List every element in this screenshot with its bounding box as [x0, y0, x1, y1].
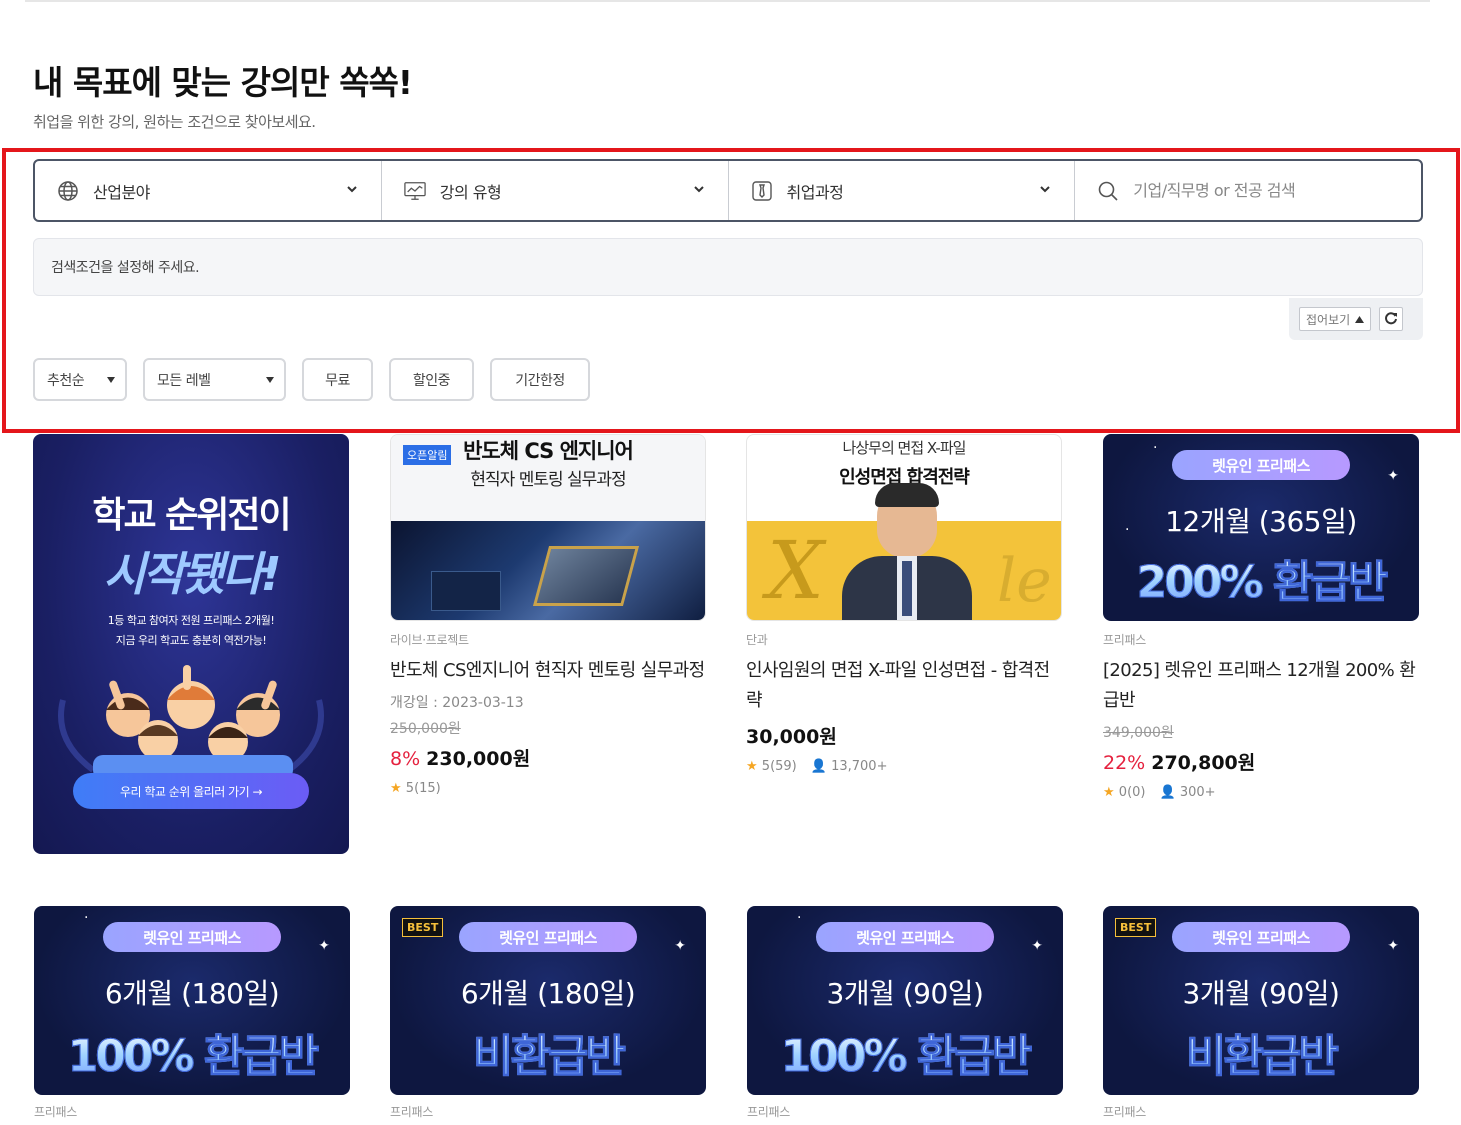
course-card[interactable]: ✦ · 렛유인 프리패스 6개월 (180일) 100% 환급반 프리패스	[34, 906, 350, 1120]
price-row: 22% 270,800원	[1103, 748, 1419, 775]
promo-tag: 렛유인 프리패스	[459, 922, 637, 952]
thumb-line1: 나상무의 면접 X-파일	[842, 439, 967, 457]
promo-headline: 100% 환급반	[747, 1020, 1063, 1084]
course-card[interactable]: 오픈알림 반도체 CS 엔지니어 현직자 멘토링 실무과정 라이브·프로젝트 반…	[390, 434, 706, 796]
banner-line2: 시작됐다!	[103, 547, 281, 601]
highlight-frame	[2, 148, 1460, 433]
promo-tag: 렛유인 프리패스	[1172, 450, 1350, 480]
sparkle-icon: ·	[797, 910, 802, 926]
original-price: 250,000원	[390, 721, 461, 737]
course-title[interactable]: 인사임원의 면접 X-파일 인성면접 - 합격전략	[746, 656, 1062, 716]
course-card[interactable]: 나상무의 면접 X-파일 인성면접 합격전략 X le 단과 인사임원의 면접 …	[746, 434, 1062, 774]
course-category: 프리패스	[34, 1105, 77, 1119]
sparkle-icon: ✦	[1031, 938, 1043, 954]
course-card[interactable]: ✦ · 렛유인 프리패스 3개월 (90일) 100% 환급반 프리패스	[747, 906, 1063, 1120]
course-category: 단과	[746, 633, 768, 647]
rating: ★ 0(0)	[1103, 785, 1145, 800]
promo-headline: 200% 환급반	[1103, 546, 1419, 610]
thumb-line2: 현직자 멘토링 실무과정	[470, 470, 626, 490]
page-subtitle: 취업을 위한 강의, 원하는 조건으로 찾아보세요.	[33, 113, 316, 131]
banner-cta-button[interactable]: 우리 학교 순위 올리러 가기 →	[73, 773, 309, 809]
ranking-banner[interactable]: 학교 순위전이 시작됐다! 1등 학교 참여자 전원 프리패스 2개월! 지금 …	[33, 434, 349, 854]
course-thumbnail[interactable]: 오픈알림 반도체 CS 엔지니어 현직자 멘토링 실무과정	[390, 434, 706, 621]
promo-period: 12개월 (365일)	[1165, 505, 1357, 538]
course-thumbnail[interactable]: · ✦ · 렛유인 프리패스 12개월 (365일) 200% 환급반	[1103, 434, 1419, 621]
course-stats: ★ 0(0) 👤 300+	[1103, 785, 1419, 800]
banner-line1: 학교 순위전이	[92, 495, 291, 536]
price-row: 8% 230,000원	[390, 744, 706, 771]
sparkle-icon: ·	[1153, 440, 1158, 456]
course-title[interactable]: 반도체 CS엔지니어 현직자 멘토링 실무과정	[390, 656, 706, 686]
sparkle-icon: ✦	[1387, 938, 1399, 954]
cheering-students-illustration	[58, 665, 324, 780]
promo-tag: 렛유인 프리패스	[816, 922, 994, 952]
students: 👤 300+	[1159, 785, 1215, 800]
promo-headline: 비환급반	[1103, 1020, 1419, 1084]
course-thumbnail[interactable]: 나상무의 면접 X-파일 인성면접 합격전략 X le	[746, 434, 1062, 621]
sparkle-icon: ✦	[674, 938, 686, 954]
course-card[interactable]: · ✦ · 렛유인 프리패스 12개월 (365일) 200% 환급반 프리패스…	[1103, 434, 1419, 800]
best-badge: BEST	[1115, 918, 1157, 937]
price-row: 30,000원	[746, 722, 1062, 749]
banner-desc1: 1등 학교 참여자 전원 프리패스 2개월!	[107, 614, 275, 627]
sale-price: 230,000원	[426, 748, 531, 770]
person-icon: 👤	[1159, 785, 1176, 800]
promo-period: 6개월 (180일)	[460, 977, 636, 1010]
promo-headline: 비환급반	[390, 1020, 706, 1084]
banner-cta-label: 우리 학교 순위 올리러 가기 →	[119, 784, 263, 799]
original-price: 349,000원	[1103, 725, 1174, 741]
course-card[interactable]: BEST ✦ 렛유인 프리패스 6개월 (180일) 비환급반 프리패스	[390, 906, 706, 1120]
rating: ★ 5(59)	[746, 759, 797, 774]
course-category: 라이브·프로젝트	[390, 633, 469, 647]
instructor-photo: X le	[747, 483, 1061, 620]
course-title[interactable]: [2025] 렛유인 프리패스 12개월 200% 환급반	[1103, 656, 1419, 716]
promo-period: 6개월 (180일)	[104, 977, 280, 1010]
star-icon: ★	[1103, 785, 1115, 800]
students: 👤 13,700+	[811, 759, 888, 774]
promo-tag: 렛유인 프리패스	[1172, 922, 1350, 952]
rating-value: 0(0)	[1118, 785, 1146, 800]
star-icon: ★	[390, 781, 402, 796]
rating-value: 5(59)	[761, 759, 797, 774]
person-icon: 👤	[810, 759, 827, 774]
star-icon: ★	[746, 759, 758, 774]
page-title: 내 목표에 맞는 강의만 쏙쏙!	[33, 63, 413, 102]
course-card[interactable]: BEST ✦ 렛유인 프리패스 3개월 (90일) 비환급반 프리패스	[1103, 906, 1419, 1120]
banner-desc2: 지금 우리 학교도 충분히 역전가능!	[115, 634, 267, 647]
best-badge: BEST	[402, 918, 444, 937]
course-category: 프리패스	[390, 1105, 433, 1119]
students-value: 13,700+	[831, 759, 888, 774]
rating: ★ 5(15)	[390, 781, 441, 796]
promo-period: 3개월 (90일)	[826, 977, 984, 1010]
sale-price: 270,800원	[1151, 752, 1256, 774]
sparkle-icon: ·	[84, 910, 89, 926]
promo-period: 3개월 (90일)	[1182, 977, 1340, 1010]
course-category: 프리패스	[747, 1105, 790, 1119]
course-thumbnail[interactable]: ✦ · 렛유인 프리패스 3개월 (90일) 100% 환급반	[747, 906, 1063, 1095]
discount-rate: 8%	[390, 748, 421, 770]
sparkle-icon: ✦	[1387, 468, 1399, 484]
top-divider	[25, 0, 1430, 2]
discount-rate: 22%	[1103, 752, 1146, 774]
course-thumbnail[interactable]: BEST ✦ 렛유인 프리패스 6개월 (180일) 비환급반	[390, 906, 706, 1095]
ranking-banner-card[interactable]: 학교 순위전이 시작됐다! 1등 학교 참여자 전원 프리패스 2개월! 지금 …	[33, 434, 349, 854]
course-stats: ★ 5(59) 👤 13,700+	[746, 759, 1062, 774]
students-value: 300+	[1179, 785, 1216, 800]
course-category: 프리패스	[1103, 633, 1146, 647]
rating-value: 5(15)	[405, 781, 441, 796]
promo-tag: 렛유인 프리패스	[103, 922, 281, 952]
chip-image	[391, 521, 705, 620]
course-category: 프리패스	[1103, 1105, 1146, 1119]
course-start-date: 개강일 : 2023-03-13	[390, 695, 524, 711]
sparkle-icon: ✦	[318, 938, 330, 954]
promo-headline: 100% 환급반	[34, 1020, 350, 1084]
thumb-line1: 반도체 CS 엔지니어	[463, 439, 634, 463]
course-thumbnail[interactable]: ✦ · 렛유인 프리패스 6개월 (180일) 100% 환급반	[34, 906, 350, 1095]
course-stats: ★ 5(15)	[390, 781, 706, 796]
course-thumbnail[interactable]: BEST ✦ 렛유인 프리패스 3개월 (90일) 비환급반	[1103, 906, 1419, 1095]
sale-price: 30,000원	[746, 726, 837, 748]
